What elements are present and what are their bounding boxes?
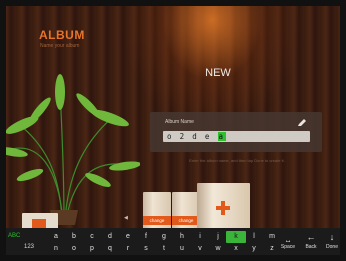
key-h[interactable]: h — [172, 231, 192, 243]
key-q[interactable]: q — [100, 243, 120, 254]
key-o[interactable]: o — [64, 243, 84, 254]
album-book[interactable]: change — [143, 192, 171, 232]
key-l[interactable]: l — [244, 231, 264, 243]
done-label: Done — [326, 244, 338, 250]
key-x[interactable]: x — [226, 243, 246, 254]
key-i[interactable]: i — [190, 231, 210, 243]
key-j[interactable]: j — [208, 231, 228, 243]
back-label: Back — [305, 244, 317, 250]
key-e[interactable]: e — [118, 231, 138, 243]
key-s[interactable]: s — [136, 243, 156, 254]
key-t[interactable]: t — [154, 243, 174, 254]
key-r[interactable]: r — [118, 243, 138, 254]
album-name-value: o 2 d e a — [167, 132, 226, 141]
album-screen: ALBUM Name your album NEW Album Name o 2… — [0, 0, 346, 261]
abc-mode-key[interactable]: ABC — [8, 233, 20, 239]
album-title: ALBUM — [39, 28, 85, 42]
key-k[interactable]: k — [226, 231, 246, 243]
key-p[interactable]: p — [82, 243, 102, 254]
album-name-label: Album Name — [165, 119, 194, 125]
key-a[interactable]: a — [46, 231, 66, 243]
album-subtitle: Name your album — [40, 43, 80, 49]
key-f[interactable]: f — [136, 231, 156, 243]
back-arrow-icon: ← — [306, 232, 316, 242]
page-title: NEW — [205, 67, 231, 79]
space-icon: ⎵ — [286, 232, 290, 242]
done-key[interactable]: ↓ Done — [323, 231, 341, 254]
numbers-mode-key[interactable]: 123 — [24, 244, 34, 250]
album-name-text: o 2 d e — [167, 132, 212, 141]
key-v[interactable]: v — [190, 243, 210, 254]
scroll-left-icon[interactable]: ◀ — [124, 215, 128, 221]
plus-icon — [216, 201, 230, 215]
space-label: Space — [280, 244, 296, 250]
album-book-label: change — [178, 218, 194, 223]
key-w[interactable]: w — [208, 243, 228, 254]
key-g[interactable]: g — [154, 231, 174, 243]
on-screen-keyboard: ABC 123 abcdefghijklm nopqrstuvwxyz ⎵ Sp… — [6, 228, 340, 255]
album-book[interactable]: change — [172, 192, 200, 232]
space-key[interactable]: ⎵ Space — [276, 231, 300, 254]
text-cursor: a — [217, 132, 226, 141]
key-u[interactable]: u — [172, 243, 192, 254]
album-book-label: change — [149, 218, 165, 223]
add-album-book[interactable] — [197, 183, 250, 232]
key-c[interactable]: c — [82, 231, 102, 243]
key-y[interactable]: y — [244, 243, 264, 254]
key-b[interactable]: b — [64, 231, 84, 243]
done-arrow-icon: ↓ — [329, 232, 335, 242]
key-n[interactable]: n — [46, 243, 66, 254]
album-name-panel: Album Name o 2 d e a — [150, 112, 322, 152]
back-key[interactable]: ← Back — [299, 231, 323, 254]
key-d[interactable]: d — [100, 231, 120, 243]
pencil-icon[interactable] — [296, 118, 308, 128]
hint-text: Enter the album name, and then tap Done … — [189, 158, 285, 163]
plant-illustration — [0, 74, 140, 225]
album-name-input[interactable]: o 2 d e a — [163, 131, 310, 142]
